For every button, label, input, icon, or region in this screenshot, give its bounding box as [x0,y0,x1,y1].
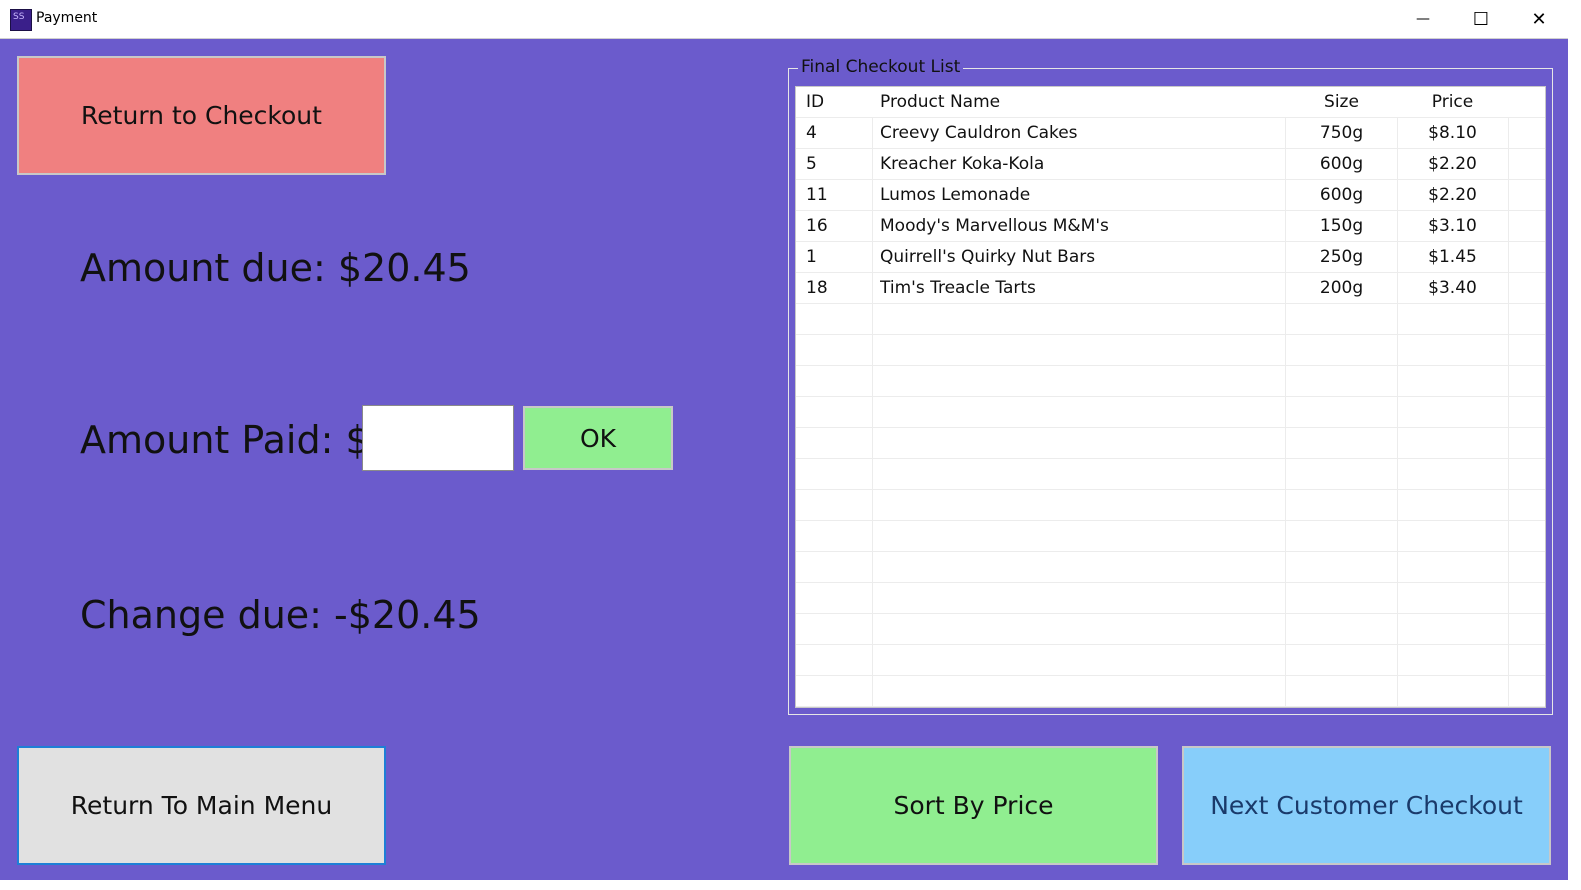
cell-price: $2.20 [1428,154,1477,174]
cell-product-name: Creevy Cauldron Cakes [880,123,1078,143]
list-row[interactable]: 5 Kreacher Koka-Kola 600g $2.20 [796,149,1545,180]
cell-size: 150g [1319,216,1364,236]
change-due-label: Change due: -$20.45 [80,593,481,637]
cell-price: $1.45 [1428,247,1477,267]
empty-row [796,583,1545,614]
empty-row [796,614,1545,645]
empty-row [796,521,1545,552]
empty-row [796,676,1545,707]
amount-due-label: Amount due: $20.45 [80,246,471,290]
sort-by-price-label: Sort By Price [893,791,1054,820]
cell-id: 18 [806,278,828,298]
amount-paid-label: Amount Paid: $ [80,418,370,462]
maximize-icon: ☐ [1472,8,1490,30]
maximize-button[interactable]: ☐ [1452,0,1510,38]
cell-price: $3.40 [1428,278,1477,298]
return-to-checkout-button[interactable]: Return to Checkout [17,56,386,175]
list-row[interactable]: 1 Quirrell's Quirky Nut Bars 250g $1.45 [796,242,1545,273]
cell-size: 600g [1319,185,1364,205]
list-header: ID Product Name Size Price [796,87,1545,118]
return-to-main-menu-label: Return To Main Menu [70,791,333,820]
list-row[interactable]: 16 Moody's Marvellous M&M's 150g $3.10 [796,211,1545,242]
cell-id: 5 [806,154,817,174]
column-header-size[interactable]: Size [1286,87,1397,117]
window-title: Payment [36,10,98,26]
column-header-price[interactable]: Price [1397,87,1508,117]
cell-id: 1 [806,247,817,267]
return-to-checkout-label: Return to Checkout [81,101,322,130]
empty-row [796,552,1545,583]
app-icon: SS [10,9,32,31]
cell-size: 250g [1319,247,1364,267]
empty-row [796,304,1545,335]
cell-product-name: Quirrell's Quirky Nut Bars [880,247,1096,267]
cell-size: 200g [1319,278,1364,298]
ok-label: OK [579,423,617,453]
minimize-button[interactable]: — [1394,0,1452,38]
close-button[interactable]: ✕ [1510,0,1568,38]
cell-size: 750g [1319,123,1364,143]
next-customer-checkout-button[interactable]: Next Customer Checkout [1182,746,1551,865]
close-icon: ✕ [1531,8,1547,30]
window-frame-right [1568,0,1581,890]
empty-row [796,645,1545,676]
window-frame-bottom [0,880,1581,890]
empty-row [796,335,1545,366]
cell-price: $2.20 [1428,185,1477,205]
cell-id: 11 [806,185,828,205]
cell-product-name: Lumos Lemonade [880,185,1031,205]
cell-price: $3.10 [1428,216,1477,236]
list-row[interactable]: 11 Lumos Lemonade 600g $2.20 [796,180,1545,211]
app-icon-text: SS [13,12,25,22]
empty-row [796,366,1545,397]
next-customer-checkout-label: Next Customer Checkout [1210,791,1523,820]
empty-row [796,428,1545,459]
checkout-list-view[interactable]: ID Product Name Size Price 4 Creevy Caul… [795,86,1546,708]
column-header-id[interactable]: ID [806,87,870,117]
ok-button[interactable]: OK [523,406,673,470]
cell-size: 600g [1319,154,1364,174]
cell-product-name: Kreacher Koka-Kola [880,154,1045,174]
list-row[interactable]: 4 Creevy Cauldron Cakes 750g $8.10 [796,118,1545,149]
sort-by-price-button[interactable]: Sort By Price [789,746,1158,865]
return-to-main-menu-button[interactable]: Return To Main Menu [17,746,386,865]
cell-id: 16 [806,216,828,236]
empty-row [796,490,1545,521]
empty-row [796,397,1545,428]
cell-id: 4 [806,123,817,143]
final-checkout-group-title: Final Checkout List [798,57,964,77]
cell-product-name: Tim's Treacle Tarts [880,278,1036,298]
column-header-product-name[interactable]: Product Name [880,87,1280,117]
minimize-icon: — [1416,11,1430,27]
cell-price: $8.10 [1428,123,1477,143]
amount-paid-input[interactable] [362,405,514,471]
title-bar: SS Payment — ☐ ✕ [0,0,1568,39]
cell-product-name: Moody's Marvellous M&M's [880,216,1109,236]
list-row[interactable]: 18 Tim's Treacle Tarts 200g $3.40 [796,273,1545,304]
empty-row [796,459,1545,490]
